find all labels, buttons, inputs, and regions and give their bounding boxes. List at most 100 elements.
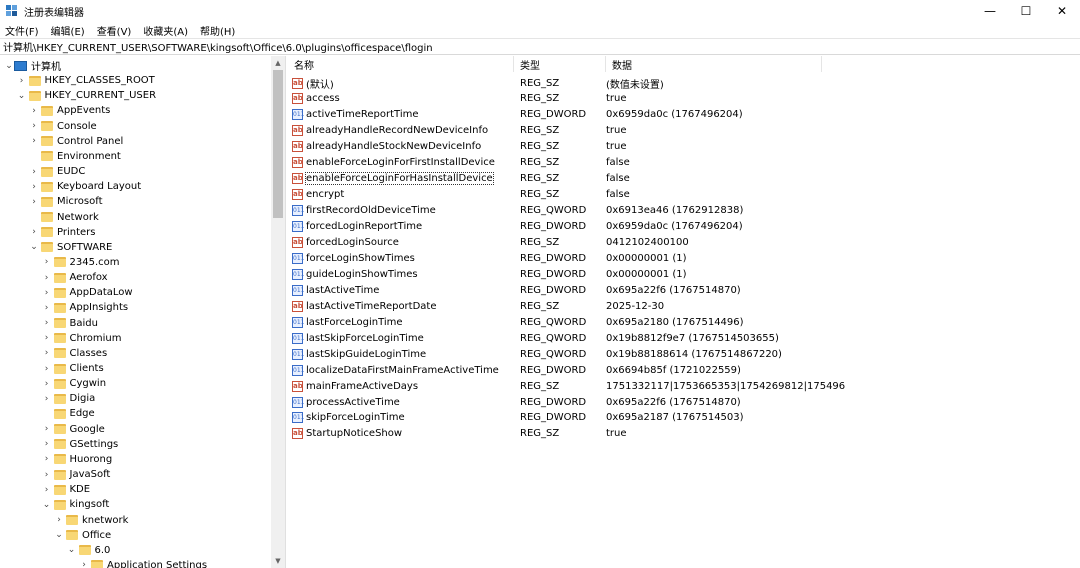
- tree-item[interactable]: › Clients: [42, 361, 104, 376]
- tree-item[interactable]: › Digia: [42, 391, 96, 406]
- tree-item[interactable]: › Printers: [29, 225, 95, 240]
- tree-item[interactable]: › JavaSoft: [42, 467, 111, 482]
- chevron-down-icon[interactable]: ⌄: [42, 497, 52, 512]
- value-row[interactable]: ab enableForceLoginForFirstInstallDevice R…: [288, 155, 1080, 171]
- menu-help[interactable]: 帮助(H): [200, 23, 235, 38]
- tree-item[interactable]: ⌄ kingsoft: [42, 497, 110, 512]
- chevron-right-icon[interactable]: ›: [42, 255, 52, 270]
- value-row[interactable]: 011 guideLoginShowTimes REG_DWORD 0x0000000…: [288, 266, 1080, 282]
- chevron-right-icon[interactable]: ›: [42, 270, 52, 285]
- tree-scrollbar[interactable]: ▲ ▼: [271, 56, 285, 568]
- chevron-right-icon[interactable]: ›: [42, 331, 52, 346]
- header-type[interactable]: 类型: [514, 56, 606, 72]
- value-row[interactable]: ab lastActiveTimeReportDate REG_SZ 2025-12-…: [288, 298, 1080, 314]
- tree-item[interactable]: › Control Panel: [29, 134, 123, 149]
- chevron-right-icon[interactable]: ›: [29, 119, 39, 134]
- value-row[interactable]: ab (默认) REG_SZ (数值未设置): [288, 75, 1080, 91]
- tree-item[interactable]: ⌄ 计算机: [4, 58, 61, 73]
- chevron-down-icon[interactable]: ⌄: [29, 240, 39, 255]
- tree-item[interactable]: Edge: [42, 406, 95, 421]
- tree-item[interactable]: › Keyboard Layout: [29, 179, 141, 194]
- value-row[interactable]: ab forcedLoginSource REG_SZ 0412102400100: [288, 235, 1080, 251]
- chevron-right-icon[interactable]: ›: [42, 482, 52, 497]
- chevron-right-icon[interactable]: ›: [54, 513, 64, 528]
- tree-item[interactable]: › AppEvents: [29, 103, 110, 118]
- tree-item[interactable]: › Google: [42, 422, 105, 437]
- value-row[interactable]: 011 localizeDataFirstMainFrameActiveTime R…: [288, 362, 1080, 378]
- tree-item[interactable]: › AppDataLow: [42, 285, 133, 300]
- chevron-right-icon[interactable]: ›: [42, 376, 52, 391]
- scroll-down-arrow-icon[interactable]: ▼: [271, 554, 285, 568]
- chevron-right-icon[interactable]: ›: [42, 285, 52, 300]
- chevron-right-icon[interactable]: ›: [29, 194, 39, 209]
- menu-view[interactable]: 查看(V): [97, 23, 132, 38]
- value-row[interactable]: 011 activeTimeReportTime REG_DWORD 0x6959da…: [288, 107, 1080, 123]
- value-row[interactable]: 011 forceLoginShowTimes REG_DWORD 0x0000000…: [288, 250, 1080, 266]
- minimize-button[interactable]: —: [972, 0, 1008, 22]
- tree-item[interactable]: ⌄ 6.0: [67, 543, 111, 558]
- tree-item[interactable]: › HKEY_CLASSES_ROOT: [17, 73, 155, 88]
- tree-item[interactable]: ⌄ HKEY_CURRENT_USER: [17, 88, 156, 103]
- chevron-right-icon[interactable]: ›: [42, 346, 52, 361]
- chevron-right-icon[interactable]: ›: [29, 103, 39, 118]
- chevron-right-icon[interactable]: ›: [17, 73, 27, 88]
- scroll-up-arrow-icon[interactable]: ▲: [271, 56, 285, 70]
- chevron-right-icon[interactable]: ›: [42, 300, 52, 315]
- tree-item[interactable]: › Microsoft: [29, 194, 102, 209]
- chevron-right-icon[interactable]: ›: [42, 391, 52, 406]
- tree-item[interactable]: Environment: [29, 149, 121, 164]
- value-row[interactable]: 011 skipForceLoginTime REG_DWORD 0x695a2187…: [288, 410, 1080, 426]
- chevron-down-icon[interactable]: ⌄: [17, 88, 27, 103]
- close-button[interactable]: ✕: [1044, 0, 1080, 22]
- chevron-right-icon[interactable]: ›: [29, 179, 39, 194]
- tree-item[interactable]: › AppInsights: [42, 300, 128, 315]
- chevron-right-icon[interactable]: ›: [42, 422, 52, 437]
- tree-item[interactable]: › Classes: [42, 346, 107, 361]
- tree-item[interactable]: › Console: [29, 119, 97, 134]
- value-row[interactable]: ab StartupNoticeShow REG_SZ true: [288, 426, 1080, 442]
- tree-item[interactable]: › Chromium: [42, 331, 122, 346]
- value-row[interactable]: ab access REG_SZ true: [288, 91, 1080, 107]
- chevron-right-icon[interactable]: ›: [29, 134, 39, 149]
- chevron-right-icon[interactable]: ›: [79, 558, 89, 568]
- value-row[interactable]: 011 forcedLoginReportTime REG_DWORD 0x6959d…: [288, 219, 1080, 235]
- value-row[interactable]: 011 firstRecordOldDeviceTime REG_QWORD 0x69…: [288, 203, 1080, 219]
- chevron-right-icon[interactable]: ›: [42, 316, 52, 331]
- value-row[interactable]: 011 lastSkipForceLoginTime REG_QWORD 0x19b8…: [288, 330, 1080, 346]
- value-row[interactable]: 011 lastSkipGuideLoginTime REG_QWORD 0x19b8…: [288, 346, 1080, 362]
- tree-item[interactable]: › 2345.com: [42, 255, 120, 270]
- tree-item[interactable]: Network: [29, 210, 99, 225]
- menu-favorites[interactable]: 收藏夹(A): [143, 23, 188, 38]
- tree-item[interactable]: › Baidu: [42, 316, 98, 331]
- menu-file[interactable]: 文件(F): [5, 23, 39, 38]
- header-data[interactable]: 数据: [606, 56, 822, 72]
- chevron-right-icon[interactable]: ›: [29, 164, 39, 179]
- value-row[interactable]: ab alreadyHandleStockNewDeviceInfo REG_SZ t…: [288, 139, 1080, 155]
- value-row[interactable]: ab enableForceLoginForHasInstallDevice REG…: [288, 171, 1080, 187]
- tree-item[interactable]: ⌄ Office: [54, 528, 111, 543]
- value-row[interactable]: ab mainFrameActiveDays REG_SZ 1751332117|17…: [288, 378, 1080, 394]
- scroll-thumb[interactable]: [273, 70, 283, 218]
- menu-edit[interactable]: 编辑(E): [51, 23, 85, 38]
- tree-item[interactable]: › Application Settings: [79, 558, 207, 568]
- chevron-right-icon[interactable]: ›: [42, 437, 52, 452]
- tree-item[interactable]: ⌄ SOFTWARE: [29, 240, 112, 255]
- tree-item[interactable]: › EUDC: [29, 164, 85, 179]
- tree-item[interactable]: › KDE: [42, 482, 90, 497]
- chevron-down-icon[interactable]: ⌄: [4, 58, 14, 73]
- chevron-down-icon[interactable]: ⌄: [67, 543, 77, 558]
- value-row[interactable]: 011 processActiveTime REG_DWORD 0x695a22f6 …: [288, 394, 1080, 410]
- address-bar[interactable]: 计算机\HKEY_CURRENT_USER\SOFTWARE\kingsoft\…: [0, 38, 1080, 55]
- tree-item[interactable]: › GSettings: [42, 437, 119, 452]
- maximize-button[interactable]: ☐: [1008, 0, 1044, 22]
- tree-item[interactable]: › knetwork: [54, 513, 128, 528]
- chevron-right-icon[interactable]: ›: [29, 225, 39, 240]
- value-row[interactable]: 011 lastForceLoginTime REG_QWORD 0x695a2180…: [288, 314, 1080, 330]
- chevron-right-icon[interactable]: ›: [42, 361, 52, 376]
- tree-item[interactable]: › Aerofox: [42, 270, 108, 285]
- header-name[interactable]: 名称: [288, 56, 514, 72]
- tree-item[interactable]: › Cygwin: [42, 376, 106, 391]
- chevron-right-icon[interactable]: ›: [42, 452, 52, 467]
- tree-item[interactable]: › Huorong: [42, 452, 112, 467]
- value-row[interactable]: ab alreadyHandleRecordNewDeviceInfo REG_SZ…: [288, 123, 1080, 139]
